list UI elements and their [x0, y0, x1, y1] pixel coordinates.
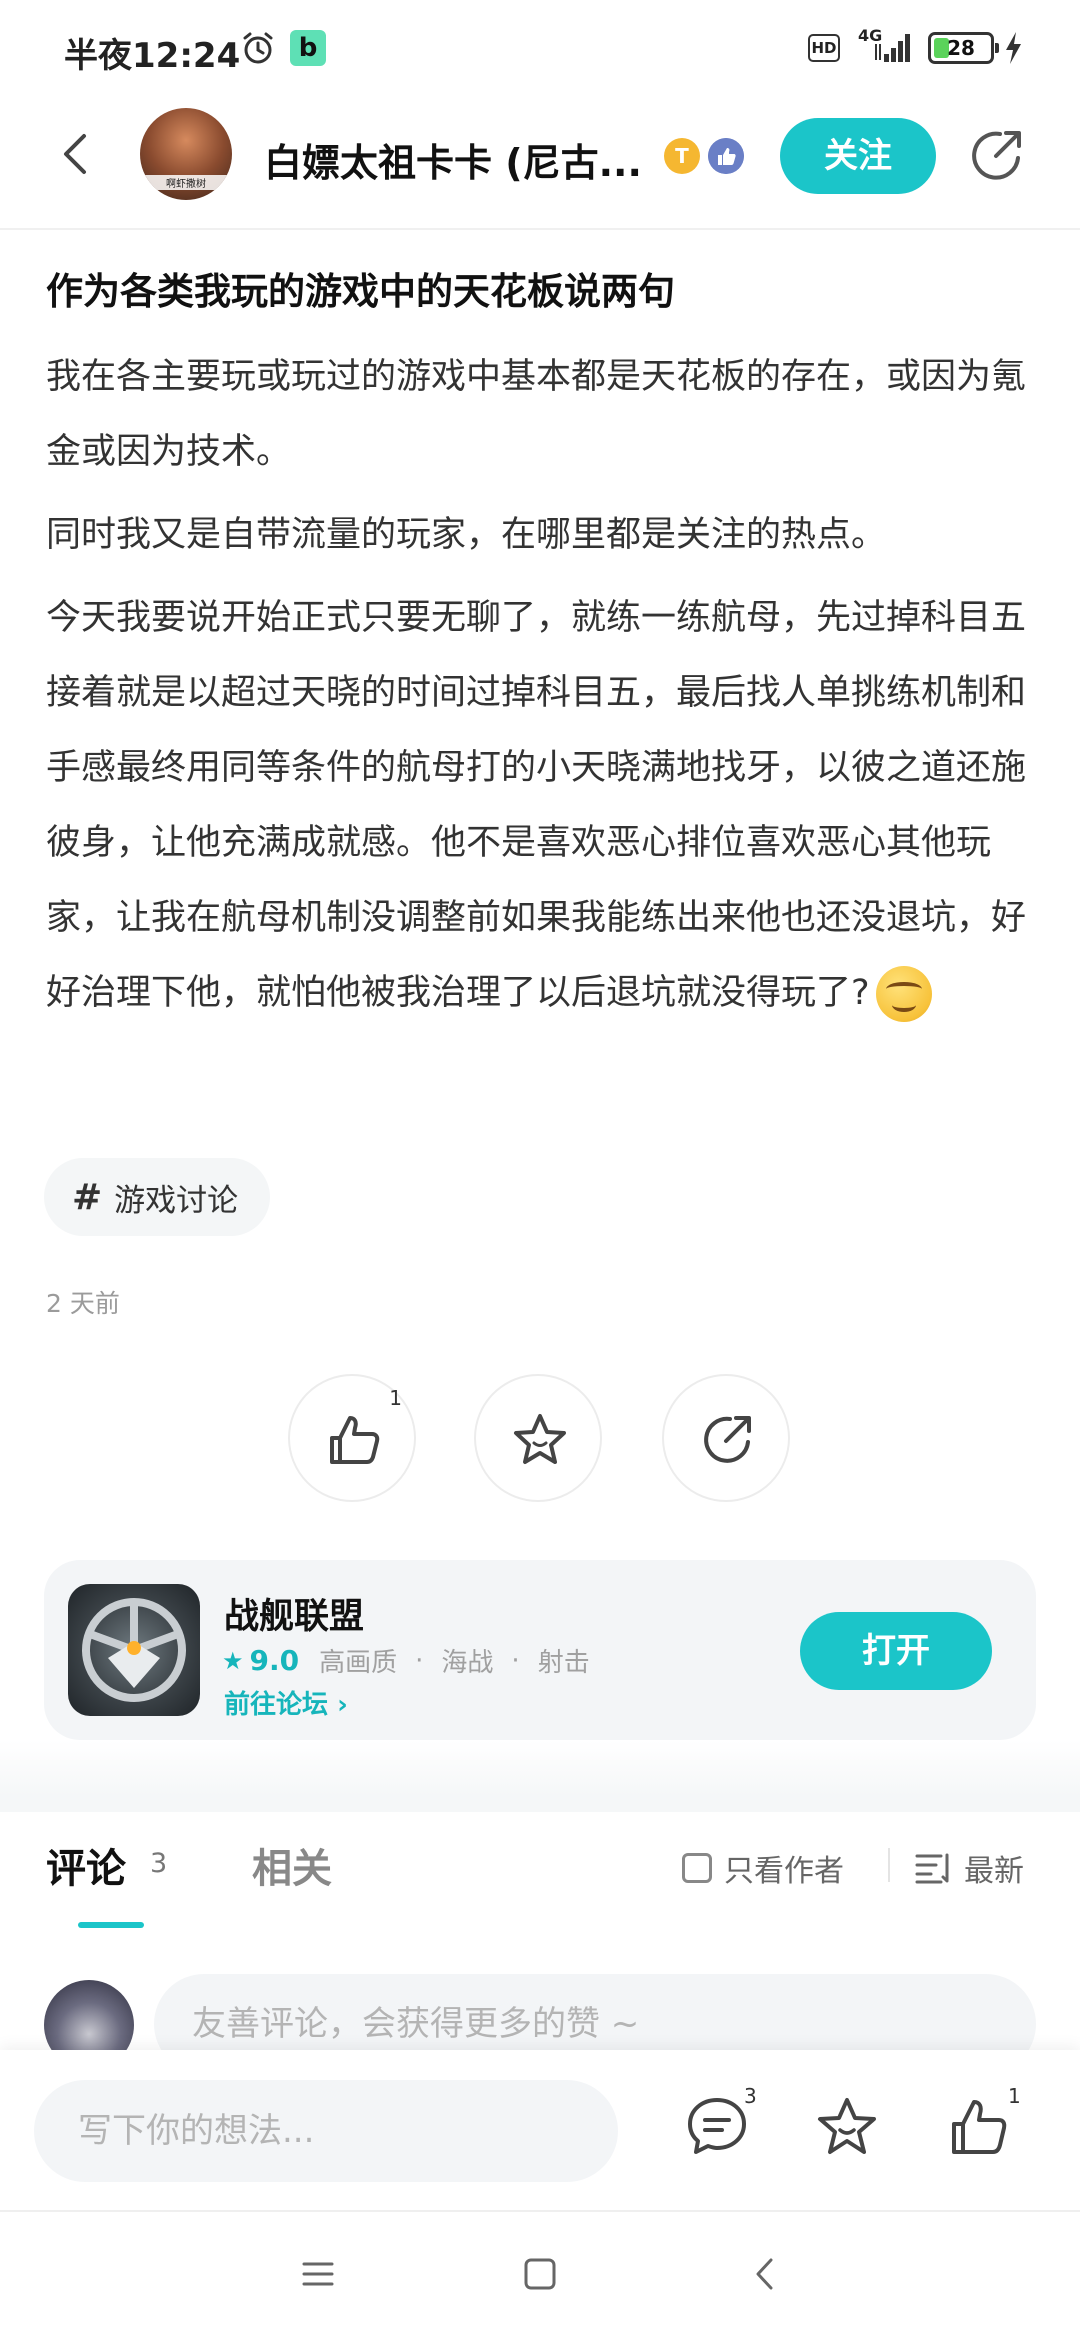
share-icon[interactable]: [966, 124, 1028, 186]
status-bar: 半夜12:24 b HD 4G 28: [0, 0, 1080, 100]
active-tab-indicator: [78, 1922, 144, 1928]
game-name: 战舰联盟: [224, 1597, 365, 1637]
menu-icon[interactable]: [296, 2252, 340, 2296]
game-tag: 海战: [441, 1648, 494, 1678]
thumbs-up-icon[interactable]: [946, 2094, 1012, 2160]
battery-level: 28: [947, 36, 975, 60]
thumbs-up-icon: [330, 1416, 380, 1464]
charging-icon: [1006, 32, 1021, 64]
post-body: 作为各类我玩的游戏中的天花板说两句 我在各主要玩或玩过的游戏中基本都是天花板的存…: [46, 262, 1036, 1031]
open-game-button[interactable]: 打开: [800, 1612, 992, 1690]
post-time: 2 天前: [46, 1289, 120, 1318]
home-square-icon[interactable]: [518, 2252, 562, 2296]
sort-icon: [915, 1853, 949, 1884]
section-gradient: [0, 1740, 1080, 1796]
back-arrow-icon[interactable]: [48, 124, 108, 184]
status-time: 半夜12:24: [64, 36, 241, 76]
share-icon: [704, 1416, 751, 1463]
tab-comments[interactable]: 评论: [46, 1836, 126, 1894]
comment-count: 3: [150, 1848, 168, 1879]
game-card[interactable]: 战舰联盟 ★ 9.0 高画质 · 海战 · 射击 前往论坛 › 打开: [44, 1560, 1036, 1740]
system-nav-bar: [0, 2212, 1080, 2340]
back-icon[interactable]: [744, 2252, 788, 2296]
separator-dot: ·: [415, 1645, 424, 1676]
level-badge-icon: T: [664, 138, 700, 174]
forum-link-label: 前往论坛: [224, 1690, 329, 1720]
battery-icon: 28: [928, 32, 999, 64]
follow-button[interactable]: 关注: [780, 118, 936, 194]
game-logo: [68, 1584, 200, 1716]
sort-label: 最新: [964, 1854, 1024, 1889]
game-tag: 射击: [537, 1648, 590, 1678]
like-count: 1: [1008, 2084, 1021, 2108]
divider: [888, 1848, 890, 1882]
author-only-label: 只看作者: [724, 1854, 844, 1889]
app-notification-icon: b: [290, 30, 326, 66]
alarm-icon: [243, 32, 273, 64]
post-paragraph: 我在各主要玩或玩过的游戏中基本都是天花板的存在，或因为氪金或因为技术。: [46, 357, 1027, 472]
topic-tag[interactable]: # 游戏讨论: [44, 1158, 271, 1236]
game-meta: ★ 9.0 高画质 · 海战 · 射击: [222, 1642, 590, 1679]
hashtag-icon: #: [72, 1176, 103, 1218]
smile-emoji-icon: [875, 966, 932, 1022]
like-count: 1: [389, 1386, 402, 1410]
separator-dot: ·: [511, 1645, 520, 1676]
hd-icon: HD: [808, 34, 840, 62]
signal-icon: [875, 34, 910, 62]
author-only-toggle[interactable]: 只看作者: [682, 1846, 844, 1890]
post-header: 啊虾撒树 白嫖太祖卡卡 (尼古... T 关注: [0, 100, 1080, 230]
rating-star-icon: ★: [222, 1646, 244, 1675]
post-title: 作为各类我玩的游戏中的天花板说两句: [46, 270, 675, 313]
post-paragraph: 今天我要说开始正式只要无聊了，就练一练航母，先过掉科目五接着就是以超过天晓的时间…: [46, 581, 1036, 1031]
section-divider: [0, 1796, 1080, 1812]
chevron-right-icon: ›: [337, 1690, 348, 1720]
favorite-button[interactable]: [474, 1374, 602, 1502]
avatar-caption: 啊虾撒树: [140, 175, 232, 190]
like-button[interactable]: 1: [288, 1374, 416, 1502]
checkbox-icon[interactable]: [682, 1853, 712, 1883]
author-avatar[interactable]: 啊虾撒树: [140, 108, 232, 200]
game-rating: 9.0: [249, 1644, 300, 1677]
star-icon[interactable]: [814, 2094, 880, 2160]
share-post-button[interactable]: [662, 1374, 790, 1502]
post-paragraph-text: 今天我要说开始正式只要无聊了，就练一练航母，先过掉科目五接着就是以超过天晓的时间…: [46, 598, 1027, 1013]
tab-related[interactable]: 相关: [252, 1836, 332, 1894]
post-paragraph: 同时我又是自带流量的玩家，在哪里都是关注的热点。: [46, 515, 887, 555]
game-tag: 高画质: [319, 1648, 398, 1678]
comment-count: 3: [744, 2084, 757, 2108]
comment-icon[interactable]: [684, 2094, 750, 2160]
write-comment-input[interactable]: 写下你的想法...: [34, 2080, 618, 2182]
game-logo-emblem: [82, 1598, 186, 1702]
star-icon: [514, 1414, 566, 1464]
author-name[interactable]: 白嫖太祖卡卡 (尼古...: [264, 132, 654, 187]
topic-tag-label: 游戏讨论: [114, 1182, 239, 1219]
forum-link[interactable]: 前往论坛 ›: [224, 1684, 348, 1721]
sort-button[interactable]: 最新: [914, 1846, 1024, 1890]
thumbs-up-badge-icon: [708, 138, 744, 174]
bottom-action-bar: 写下你的想法... 3 1: [0, 2050, 1080, 2210]
